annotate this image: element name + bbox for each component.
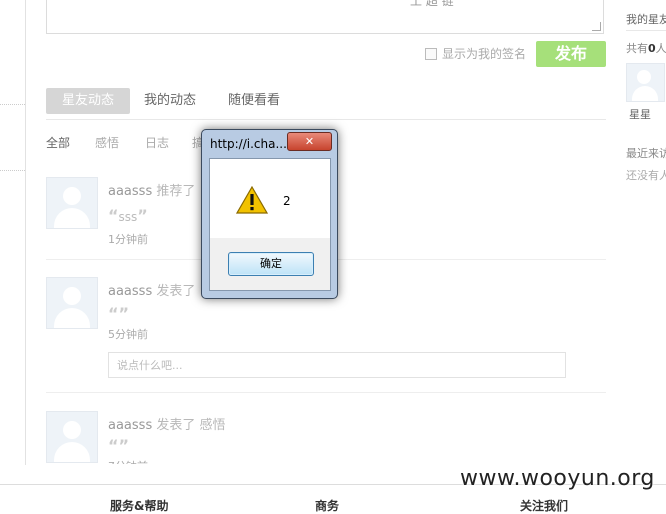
feed-quote: “sss” <box>108 206 148 225</box>
open-quote-icon: “ <box>108 436 119 455</box>
comment-input[interactable] <box>109 353 565 377</box>
watermark: www.wooyun.org <box>460 466 655 491</box>
close-quote-icon: ” <box>118 436 130 455</box>
friends-count-number: 0 <box>648 42 656 55</box>
feed-action: 发表了 <box>156 418 196 433</box>
comment-field[interactable] <box>108 352 566 378</box>
feed-action: 发表了 <box>156 284 196 299</box>
feed-quote-text: sss <box>118 210 138 224</box>
tab-friends-activity[interactable]: 星友动态 <box>46 88 130 114</box>
feed-quote: “” <box>108 436 129 455</box>
feed-username[interactable]: aaasss <box>108 184 152 199</box>
friends-count-prefix: 共有 <box>626 42 648 55</box>
open-quote-icon: “ <box>108 304 119 323</box>
feed-header: aaasss 推荐了 <box>108 180 195 199</box>
alert-dialog: http://i.cha... ✕ 2 确定 <box>201 129 338 299</box>
composer-toolbar-label: 工 超 链 <box>410 0 454 8</box>
feed-time: 5分钟前 <box>108 328 148 341</box>
friends-title: 我的星友 <box>626 13 666 26</box>
friends-count: 共有0人 <box>626 40 666 56</box>
footer-follow-link[interactable]: 关注我们 <box>520 497 568 514</box>
friend-name[interactable]: 星星 <box>629 106 651 122</box>
recent-visitors-title: 最近来访 <box>626 147 666 160</box>
left-divider <box>0 104 25 105</box>
avatar[interactable] <box>46 411 98 463</box>
friends-count-suffix: 人 <box>655 42 666 55</box>
feed-target[interactable]: 感悟 <box>200 418 226 433</box>
left-sidebar-border <box>0 0 26 465</box>
ok-button[interactable]: 确定 <box>228 252 314 276</box>
avatar[interactable] <box>46 177 98 229</box>
filter-all[interactable]: 全部 <box>46 134 70 151</box>
footer-business-link[interactable]: 商务 <box>315 497 339 514</box>
warning-icon <box>235 185 269 217</box>
left-divider <box>0 170 25 171</box>
dialog-message: 2 <box>283 194 291 208</box>
resize-grip-icon[interactable] <box>592 22 601 31</box>
avatar[interactable] <box>46 277 98 329</box>
feed-quote: “” <box>108 304 129 323</box>
tab-my-activity[interactable]: 我的动态 <box>144 88 196 114</box>
tabs-divider <box>46 119 606 120</box>
feed-divider <box>46 392 606 393</box>
friend-avatar[interactable] <box>626 63 665 102</box>
close-quote-icon: ” <box>137 206 148 225</box>
dialog-title: http://i.cha... <box>210 137 287 151</box>
filter-thoughts[interactable]: 感悟 <box>95 134 119 151</box>
dialog-body: 2 确定 <box>209 158 331 291</box>
close-quote-icon: ” <box>118 304 130 323</box>
close-icon[interactable]: ✕ <box>287 132 332 151</box>
recent-visitors-empty: 还没有人 <box>626 169 666 182</box>
tab-browse[interactable]: 随便看看 <box>228 88 280 114</box>
feed-time: 1分钟前 <box>108 233 148 246</box>
show-signature-checkbox[interactable] <box>425 48 437 60</box>
publish-button[interactable]: 发布 <box>536 41 606 67</box>
feed-header: aaasss 发表了 感悟 <box>108 414 226 433</box>
footer-help-link[interactable]: 服务&帮助 <box>110 497 168 514</box>
dialog-message-area: 2 <box>210 159 330 238</box>
feed-time: 7分钟前 <box>108 458 148 464</box>
feed-username[interactable]: aaasss <box>108 418 152 433</box>
post-textarea[interactable] <box>46 0 604 34</box>
feed-header: aaasss 发表了 <box>108 280 195 299</box>
open-quote-icon: “ <box>108 206 119 225</box>
feed-username[interactable]: aaasss <box>108 284 152 299</box>
show-signature-label: 显示为我的签名 <box>442 47 527 61</box>
feed-action: 推荐了 <box>156 184 196 199</box>
sidebar-divider <box>626 30 666 31</box>
filter-blog[interactable]: 日志 <box>145 134 169 151</box>
